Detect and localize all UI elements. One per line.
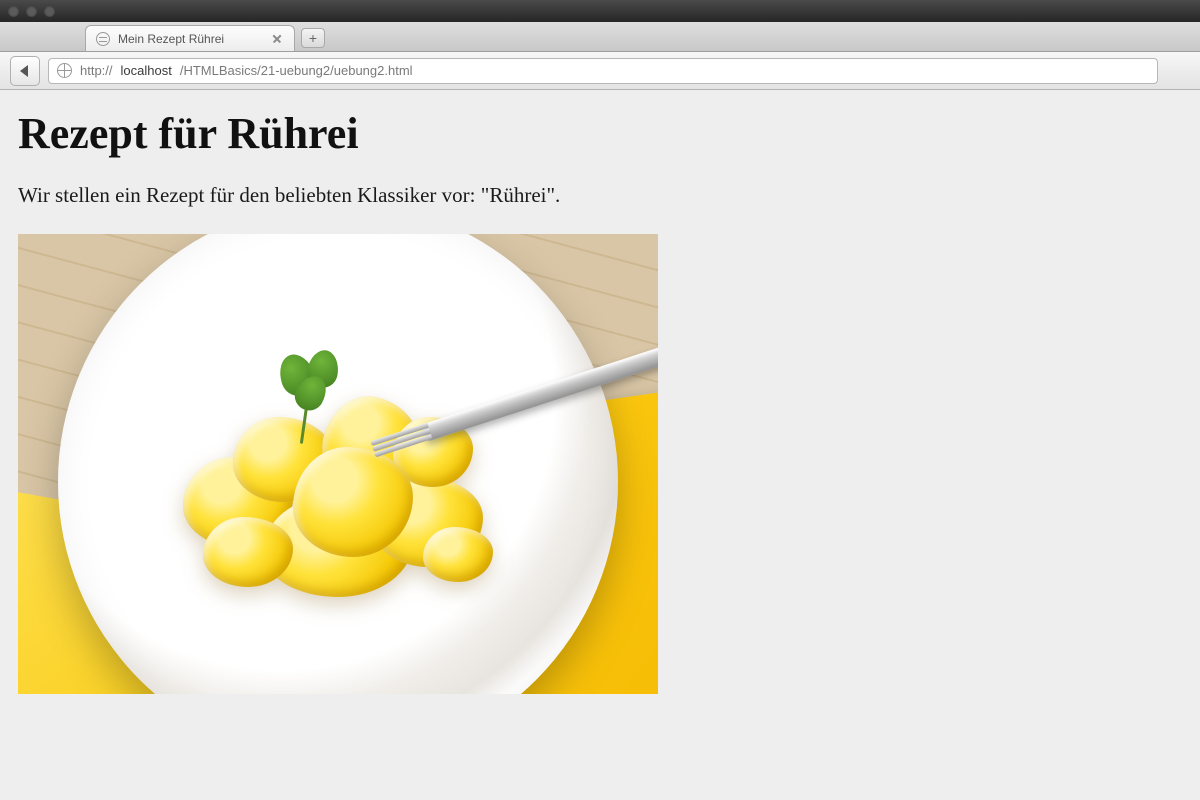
url-host: localhost [121, 63, 172, 78]
close-icon[interactable] [270, 32, 284, 46]
tab-title: Mein Rezept Rührei [118, 32, 224, 46]
browser-tab-active[interactable]: Mein Rezept Rührei [85, 25, 295, 51]
globe-icon [57, 63, 72, 78]
page-heading: Rezept für Rührei [18, 108, 1182, 159]
url-scheme: http:// [80, 63, 113, 78]
window-minimize-button[interactable] [26, 6, 37, 17]
arrow-left-icon [20, 65, 28, 77]
address-bar[interactable]: http:// localhost/HTMLBasics/21-uebung2/u… [48, 58, 1158, 84]
page-viewport: Rezept für Rührei Wir stellen ein Rezept… [0, 90, 1200, 800]
browser-toolbar: http:// localhost/HTMLBasics/21-uebung2/u… [0, 52, 1200, 90]
window-titlebar [0, 0, 1200, 22]
back-button[interactable] [10, 56, 40, 86]
recipe-image [18, 234, 658, 694]
browser-tab-strip: Mein Rezept Rührei + [0, 22, 1200, 52]
new-tab-button[interactable]: + [301, 28, 325, 48]
window-maximize-button[interactable] [44, 6, 55, 17]
window-close-button[interactable] [8, 6, 19, 17]
url-path: /HTMLBasics/21-uebung2/uebung2.html [180, 63, 413, 78]
globe-icon [96, 32, 110, 46]
plus-icon: + [309, 31, 317, 45]
page-intro-paragraph: Wir stellen ein Rezept für den beliebten… [18, 183, 1182, 208]
